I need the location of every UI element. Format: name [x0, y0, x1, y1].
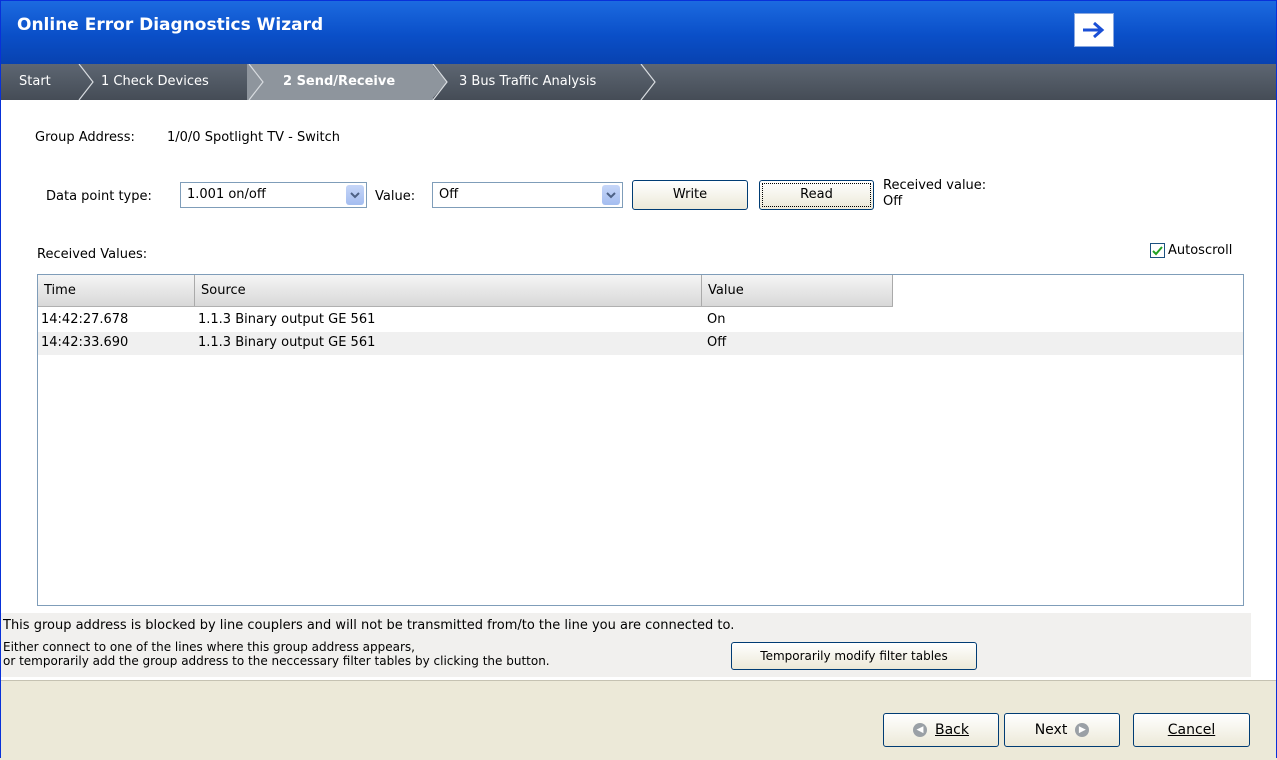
notice-line-1: This group address is blocked by line co…	[3, 618, 735, 633]
crumb-check-devices[interactable]: 1 Check Devices	[101, 64, 209, 100]
filter-notice: This group address is blocked by line co…	[1, 613, 1251, 677]
autoscroll-checkbox[interactable]	[1150, 243, 1165, 258]
chevron-right-icon	[431, 64, 448, 100]
checkmark-icon	[1152, 246, 1163, 256]
row-time: 14:42:33.690	[41, 335, 129, 350]
row-value: On	[707, 312, 726, 327]
notice-line-2: Either connect to one of the lines where…	[3, 640, 415, 654]
received-value-label: Received value:	[883, 178, 987, 193]
next-label: Next	[1034, 722, 1068, 738]
row-source: 1.1.3 Binary output GE 561	[198, 312, 376, 327]
group-address-label: Group Address:	[35, 130, 135, 145]
datapoint-type-value: 1.001 on/off	[187, 187, 266, 202]
next-arrow-icon: ▶	[1075, 723, 1090, 737]
arrow-right-icon	[1083, 21, 1105, 39]
table-row[interactable]: 14:42:27.678 1.1.3 Binary output GE 561 …	[38, 309, 1243, 332]
chevron-right-icon	[78, 64, 94, 100]
column-header-source[interactable]: Source	[195, 275, 702, 306]
chevron-down-icon	[346, 185, 364, 205]
column-header-value[interactable]: Value	[702, 275, 893, 306]
forward-arrow-button[interactable]	[1074, 13, 1114, 47]
value-select[interactable]: Off	[432, 182, 623, 208]
autoscroll-label[interactable]: Autoscroll	[1168, 243, 1232, 258]
breadcrumb: Start 1 Check Devices 2 Send/Receive 3 B…	[1, 64, 1276, 100]
back-arrow-icon: ◀	[913, 723, 927, 737]
value-label: Value:	[375, 189, 416, 204]
datapoint-type-select[interactable]: 1.001 on/off	[180, 182, 367, 208]
cancel-label: Cancel	[1167, 722, 1216, 738]
crumb-start[interactable]: Start	[19, 64, 51, 100]
value-selected: Off	[439, 187, 459, 202]
chevron-right-icon	[640, 64, 656, 100]
crumb-bus-traffic[interactable]: 3 Bus Traffic Analysis	[459, 64, 596, 100]
row-value: Off	[707, 335, 727, 350]
row-source: 1.1.3 Binary output GE 561	[198, 335, 376, 350]
window-title: Online Error Diagnostics Wizard	[17, 15, 324, 35]
read-button[interactable]: Read	[759, 180, 874, 210]
received-values-label: Received Values:	[37, 247, 148, 262]
table-row[interactable]: 14:42:33.690 1.1.3 Binary output GE 561 …	[38, 332, 1243, 355]
main-content: Group Address: 1/0/0 Spotlight TV - Swit…	[1, 100, 1276, 680]
wizard-window: Online Error Diagnostics Wizard Start 1 …	[0, 0, 1277, 760]
received-values-table[interactable]: Time Source Value 14:42:27.678 1.1.3 Bin…	[37, 274, 1244, 606]
back-label: Back	[935, 722, 969, 738]
chevron-right-icon	[248, 64, 264, 100]
crumb-send-receive[interactable]: 2 Send/Receive	[283, 64, 395, 100]
notice-line-3: or temporarily add the group address to …	[3, 654, 550, 668]
write-button[interactable]: Write	[632, 180, 748, 210]
row-time: 14:42:27.678	[41, 312, 129, 327]
wizard-footer: ◀ Back Next ▶ Cancel	[1, 680, 1276, 760]
modify-filter-tables-button[interactable]: Temporarily modify filter tables	[731, 642, 977, 670]
cancel-button[interactable]: Cancel	[1133, 713, 1250, 747]
back-button[interactable]: ◀ Back	[883, 713, 999, 747]
datapoint-type-label: Data point type:	[46, 189, 152, 204]
table-header: Time Source Value	[38, 275, 893, 307]
received-value: Off	[883, 194, 903, 209]
chevron-down-icon	[602, 185, 620, 205]
next-button[interactable]: Next ▶	[1004, 713, 1120, 747]
column-header-time[interactable]: Time	[38, 275, 195, 306]
group-address-value: 1/0/0 Spotlight TV - Switch	[167, 130, 340, 145]
title-bar: Online Error Diagnostics Wizard	[1, 1, 1276, 64]
